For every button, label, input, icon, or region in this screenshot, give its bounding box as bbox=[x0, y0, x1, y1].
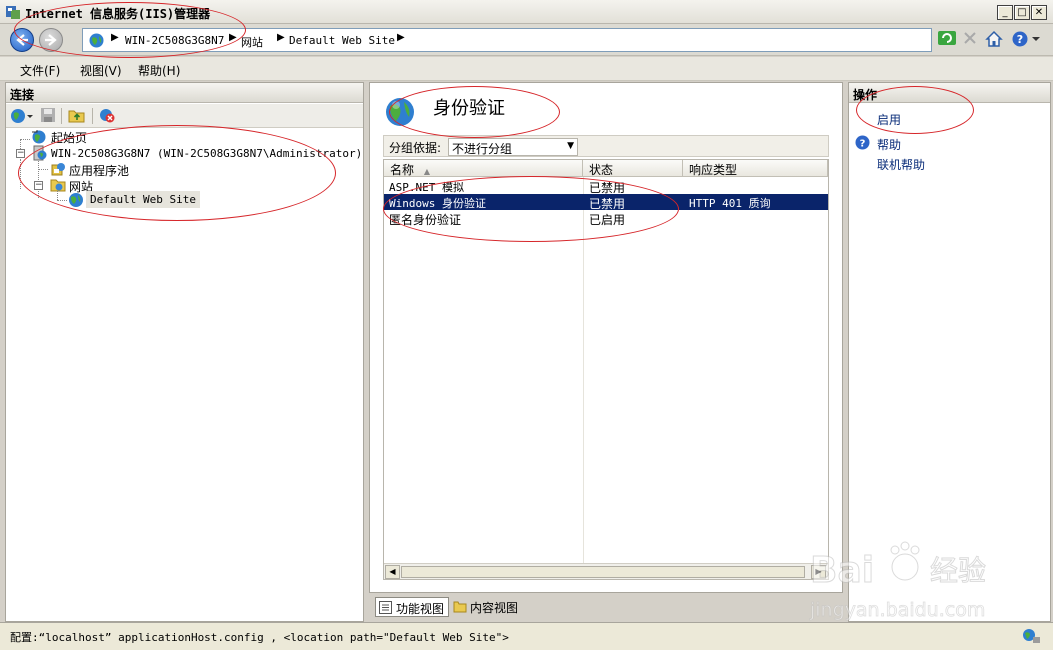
chevron-right-icon: ▶ bbox=[397, 32, 405, 43]
horizontal-scrollbar[interactable]: ◀ ▶ bbox=[384, 563, 828, 579]
navigation-bar: ▶ WIN-2C508G3G8N7 ▶ 网站 ▶ Default Web Sit… bbox=[0, 24, 1053, 56]
connect-globe-icon[interactable] bbox=[10, 107, 34, 128]
menu-file[interactable]: 文件(F) bbox=[20, 62, 60, 79]
title-bar: Internet 信息服务(IIS)管理器 _ □ ✕ bbox=[0, 0, 1053, 24]
svg-text:jingyan.baidu.com: jingyan.baidu.com bbox=[809, 599, 985, 621]
back-button[interactable] bbox=[10, 28, 34, 52]
row-response: HTTP 401 质询 bbox=[689, 197, 771, 210]
tab-content-view[interactable]: 内容视图 bbox=[450, 597, 528, 617]
features-view-icon bbox=[379, 601, 392, 617]
feature-title: 身份验证 bbox=[433, 98, 505, 119]
row-name: Windows 身份验证 bbox=[389, 197, 486, 210]
back-arrow-icon bbox=[16, 34, 28, 46]
help-circle-icon: ? bbox=[855, 135, 870, 153]
tree-line bbox=[57, 191, 58, 200]
iis-app-icon bbox=[5, 4, 21, 20]
status-bar: 配置:“localhost” applicationHost.config , … bbox=[0, 622, 1053, 650]
connections-panel: 连接 起始页 − WIN-2C508G3G8N7 (WIN-2C508G3G8N… bbox=[5, 82, 364, 622]
tree-line bbox=[57, 200, 67, 201]
network-status-icon bbox=[1022, 628, 1042, 647]
toolbar-divider bbox=[61, 108, 62, 124]
stop-icon[interactable] bbox=[962, 30, 982, 50]
menu-view[interactable]: 视图(V) bbox=[80, 62, 122, 79]
tab-content-label: 内容视图 bbox=[470, 601, 519, 615]
list-row[interactable]: 匿名身份验证 已启用 bbox=[384, 210, 828, 227]
tree-server[interactable]: WIN-2C508G3G8N7 (WIN-2C508G3G8N7\Adminis… bbox=[51, 147, 362, 160]
tree-line bbox=[20, 139, 30, 140]
group-by-value: 不进行分组 bbox=[452, 142, 513, 156]
tree-line bbox=[38, 169, 48, 170]
breadcrumb-default-site[interactable]: Default Web Site bbox=[289, 34, 395, 47]
action-help[interactable]: 帮助 bbox=[877, 136, 901, 153]
baidu-jingyan-watermark: Bai 经验 jingyan.baidu.com bbox=[800, 530, 1050, 625]
close-button[interactable]: ✕ bbox=[1031, 5, 1047, 20]
group-by-label: 分组依据: bbox=[389, 141, 442, 155]
list-row-selected[interactable]: Windows 身份验证 已禁用 HTTP 401 质询 bbox=[384, 194, 828, 211]
scrollbar-thumb[interactable] bbox=[401, 566, 805, 578]
connections-header: 连接 bbox=[6, 83, 363, 103]
svg-text:?: ? bbox=[1017, 33, 1023, 46]
feature-list: 名称 ▲ 状态 响应类型 ASP.NET 模拟 已禁用 Windows 身份验证… bbox=[383, 159, 829, 580]
row-name: ASP.NET 模拟 bbox=[389, 181, 464, 194]
column-header-response[interactable]: 响应类型 bbox=[683, 160, 828, 177]
sort-ascending-icon: ▲ bbox=[423, 167, 430, 176]
connections-toolbar bbox=[6, 104, 363, 128]
collapse-icon[interactable]: − bbox=[16, 149, 25, 158]
up-folder-icon[interactable] bbox=[68, 107, 86, 126]
tree-start-page[interactable]: 起始页 bbox=[51, 129, 87, 146]
feature-panel: 身份验证 分组依据: 不进行分组 ▼ 名称 ▲ 状态 响应类型 ASP.NET … bbox=[369, 82, 843, 593]
tree-default-web-site[interactable]: Default Web Site bbox=[86, 191, 200, 208]
menu-bar: 文件(F) 视图(V) 帮助(H) bbox=[0, 57, 1053, 81]
scroll-left-icon[interactable]: ◀ bbox=[385, 565, 400, 579]
menu-help[interactable]: 帮助(H) bbox=[138, 62, 180, 79]
help-icon[interactable]: ? bbox=[1012, 30, 1040, 50]
action-enable[interactable]: 启用 bbox=[877, 111, 901, 128]
baidu-paw-logo: Bai 经验 jingyan.baidu.com bbox=[809, 541, 987, 621]
sites-folder-icon bbox=[50, 177, 66, 196]
website-globe-icon bbox=[68, 192, 84, 211]
svg-text:?: ? bbox=[860, 139, 866, 150]
forward-button[interactable] bbox=[39, 28, 63, 52]
action-online-help[interactable]: 联机帮助 bbox=[877, 156, 925, 173]
collapse-icon[interactable]: − bbox=[34, 181, 43, 190]
dropdown-arrow-icon: ▼ bbox=[567, 141, 574, 151]
column-name-label: 名称 bbox=[390, 163, 415, 177]
column-header-status[interactable]: 状态 bbox=[583, 160, 683, 177]
chevron-right-icon: ▶ bbox=[229, 32, 237, 43]
tab-features-view[interactable]: 功能视图 bbox=[375, 597, 449, 617]
authentication-globe-icon bbox=[384, 96, 416, 131]
window-title: Internet 信息服务(IIS)管理器 bbox=[25, 7, 211, 21]
row-name: 匿名身份验证 bbox=[389, 213, 462, 227]
breadcrumb-server[interactable]: WIN-2C508G3G8N7 bbox=[125, 34, 224, 47]
column-header-name[interactable]: 名称 ▲ bbox=[384, 160, 583, 177]
maximize-button[interactable]: □ bbox=[1014, 5, 1030, 20]
group-by-select[interactable]: 不进行分组 ▼ bbox=[448, 138, 578, 156]
actions-header: 操作 bbox=[849, 83, 1050, 103]
tree-app-pools[interactable]: 应用程序池 bbox=[69, 162, 129, 179]
save-icon[interactable] bbox=[40, 107, 56, 126]
disconnect-icon[interactable] bbox=[98, 107, 116, 126]
address-bar[interactable]: ▶ WIN-2C508G3G8N7 ▶ 网站 ▶ Default Web Sit… bbox=[82, 28, 932, 52]
chevron-right-icon: ▶ bbox=[111, 32, 119, 43]
status-text: 配置:“localhost” applicationHost.config , … bbox=[10, 631, 509, 644]
group-by-bar: 分组依据: 不进行分组 ▼ bbox=[383, 135, 829, 157]
tree-line bbox=[20, 159, 21, 189]
forward-arrow-icon bbox=[45, 34, 57, 46]
server-icon bbox=[31, 145, 47, 164]
content-view-icon bbox=[453, 600, 467, 616]
home-icon[interactable] bbox=[985, 30, 1005, 50]
svg-text:Bai: Bai bbox=[810, 550, 874, 591]
row-status: 已启用 bbox=[589, 213, 626, 227]
list-row[interactable]: ASP.NET 模拟 已禁用 bbox=[384, 178, 828, 195]
chevron-right-icon: ▶ bbox=[277, 32, 285, 43]
svg-text:经验: 经验 bbox=[930, 554, 986, 587]
minimize-button[interactable]: _ bbox=[997, 5, 1013, 20]
column-divider bbox=[583, 177, 584, 563]
breadcrumb-sites[interactable]: 网站 bbox=[241, 34, 263, 50]
globe-icon bbox=[89, 33, 104, 51]
refresh-icon[interactable] bbox=[938, 30, 958, 50]
toolbar-divider bbox=[92, 108, 93, 124]
tab-features-label: 功能视图 bbox=[396, 602, 445, 616]
